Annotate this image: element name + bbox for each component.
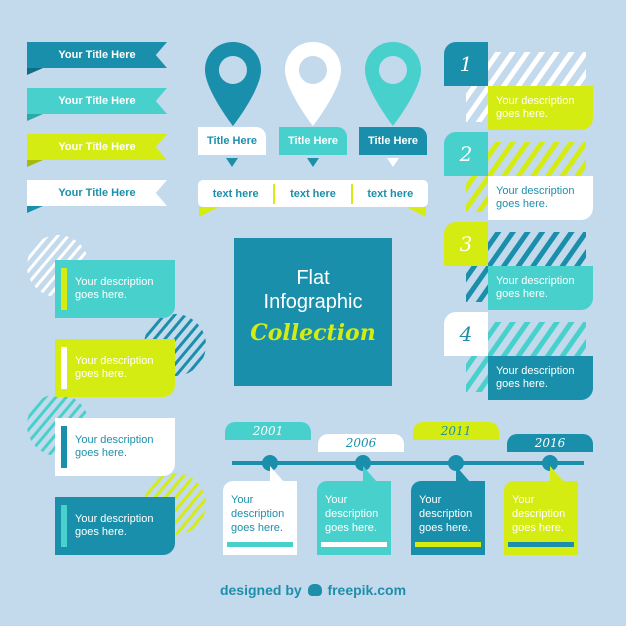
card-text: description bbox=[512, 508, 566, 520]
card-text: Your description bbox=[75, 355, 154, 367]
step-text: Your description bbox=[496, 185, 575, 197]
ribbon-label: Your Title Here bbox=[27, 134, 167, 160]
description-card: Your description goes here. bbox=[55, 497, 175, 555]
card-text: Your bbox=[325, 494, 348, 506]
text-segment: text here bbox=[212, 187, 259, 200]
ribbon-label: Your Title Here bbox=[27, 180, 167, 206]
card-text: goes here. bbox=[419, 522, 471, 534]
description-card: Your description goes here. bbox=[55, 339, 175, 397]
title-line-3: Collection bbox=[250, 320, 376, 346]
bar-fold-left bbox=[199, 207, 219, 217]
ribbon-fold bbox=[27, 206, 43, 213]
freepik-logo-icon bbox=[307, 584, 322, 596]
pointer-triangle-icon bbox=[387, 158, 399, 167]
text-segment-bar: text here text here text here bbox=[198, 180, 428, 207]
step-description: Your description goes here. bbox=[488, 356, 593, 400]
step-text: goes here. bbox=[496, 288, 548, 300]
step-number: 4 bbox=[444, 312, 488, 356]
card-text: description bbox=[419, 508, 473, 520]
card-text: goes here. bbox=[75, 447, 127, 459]
text-segment: text here bbox=[290, 187, 336, 200]
attribution-brand[interactable]: freepik.com bbox=[327, 582, 406, 598]
accent-bar bbox=[61, 426, 67, 468]
card-text: Your description bbox=[75, 513, 154, 525]
card-text: goes here. bbox=[512, 522, 564, 534]
pin-title-label: Title Here bbox=[198, 127, 266, 155]
step-number: 1 bbox=[444, 42, 488, 86]
callout-pointer bbox=[550, 466, 564, 482]
step-description: Your description goes here. bbox=[488, 266, 593, 310]
step-text: Your description bbox=[496, 275, 575, 287]
ribbon-fold bbox=[27, 68, 43, 75]
attribution-prefix: designed by bbox=[219, 582, 302, 598]
step-description: Your description goes here. bbox=[488, 86, 593, 130]
card-text: goes here. bbox=[75, 368, 127, 380]
bar-fold-right bbox=[406, 207, 426, 217]
ribbon-label: Your Title Here bbox=[27, 42, 167, 68]
pin-title-label: Title Here bbox=[279, 127, 347, 155]
card-text: goes here. bbox=[231, 522, 283, 534]
card-footer-bar bbox=[227, 542, 293, 547]
attribution-footer: designed by freepik.com bbox=[0, 582, 626, 598]
step-text: goes here. bbox=[496, 378, 548, 390]
timeline-card: Your description goes here. bbox=[223, 481, 297, 555]
pointer-triangle-icon bbox=[226, 158, 238, 167]
accent-bar bbox=[61, 268, 67, 310]
card-text: Your bbox=[512, 494, 535, 506]
ribbon-fold bbox=[27, 114, 43, 121]
step-text: Your description bbox=[496, 95, 575, 107]
ribbon-fold bbox=[27, 160, 43, 167]
timeline-card: Your description goes here. bbox=[504, 481, 578, 555]
timeline-axis bbox=[232, 461, 584, 465]
card-text: goes here. bbox=[75, 289, 127, 301]
card-text: goes here. bbox=[325, 522, 377, 534]
pin-title-label: Title Here bbox=[359, 127, 427, 155]
step-text: goes here. bbox=[496, 198, 548, 210]
title-line-1: Flat bbox=[296, 267, 330, 289]
ribbon-label: Your Title Here bbox=[27, 88, 167, 114]
card-text: Your description bbox=[75, 434, 154, 446]
card-text: goes here. bbox=[75, 526, 127, 538]
step-text: goes here. bbox=[496, 108, 548, 120]
accent-bar bbox=[61, 505, 67, 547]
timeline-year: 2016 bbox=[507, 434, 593, 452]
card-footer-bar bbox=[321, 542, 387, 547]
collection-title-box: Flat Infographic Collection bbox=[234, 238, 392, 386]
step-description: Your description goes here. bbox=[488, 176, 593, 220]
card-text: description bbox=[325, 508, 379, 520]
card-text: description bbox=[231, 508, 285, 520]
pointer-triangle-icon bbox=[307, 158, 319, 167]
map-pin-icon bbox=[205, 42, 261, 126]
card-text: Your description bbox=[75, 276, 154, 288]
description-card: Your description goes here. bbox=[55, 260, 175, 318]
timeline-year: 2001 bbox=[225, 422, 311, 440]
description-card: Your description goes here. bbox=[55, 418, 175, 476]
timeline-card: Your description goes here. bbox=[411, 481, 485, 555]
map-pin-icon bbox=[285, 42, 341, 126]
card-footer-bar bbox=[415, 542, 481, 547]
card-text: Your bbox=[419, 494, 442, 506]
callout-pointer bbox=[456, 466, 470, 482]
step-number: 3 bbox=[444, 222, 488, 266]
accent-bar bbox=[61, 347, 67, 389]
text-segment: text here bbox=[367, 187, 414, 200]
timeline-card: Your description goes here. bbox=[317, 481, 391, 555]
step-text: Your description bbox=[496, 365, 575, 377]
callout-pointer bbox=[270, 466, 284, 482]
card-text: Your bbox=[231, 494, 254, 506]
title-line-2: Infographic bbox=[263, 291, 363, 313]
card-footer-bar bbox=[508, 542, 574, 547]
timeline-year: 2011 bbox=[413, 422, 499, 440]
step-number: 2 bbox=[444, 132, 488, 176]
timeline-year: 2006 bbox=[318, 434, 404, 452]
map-pin-icon bbox=[365, 42, 421, 126]
callout-pointer bbox=[363, 466, 377, 482]
